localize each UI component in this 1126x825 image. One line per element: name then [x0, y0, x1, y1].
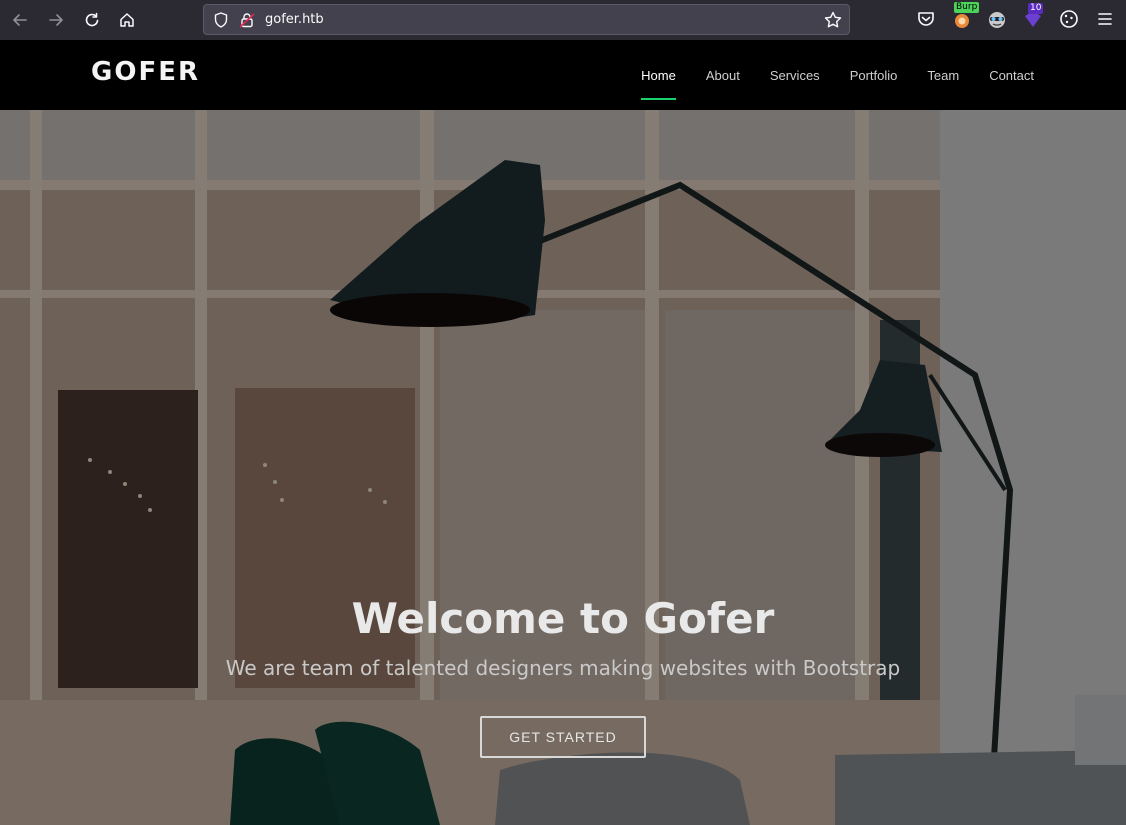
hero-subtitle: We are team of talented designers making… — [225, 656, 901, 680]
hero-title: Welcome to Gofer — [351, 594, 775, 643]
arrow-left-icon — [13, 14, 27, 26]
pocket-icon — [918, 12, 934, 26]
address-bar[interactable]: gofer.htb — [203, 4, 850, 35]
browser-toolbar: gofer.htb Burp 10 — [0, 0, 1126, 40]
arrow-right-icon — [49, 14, 63, 26]
shield-icon[interactable] — [212, 11, 230, 29]
pocket-button[interactable] — [914, 7, 938, 31]
site-logo[interactable]: GOFER — [91, 57, 200, 87]
hamburger-menu-icon — [1098, 13, 1112, 25]
bookmark-star-icon[interactable] — [823, 10, 843, 30]
nav-link-about[interactable]: About — [706, 60, 740, 91]
nav-link-home[interactable]: Home — [641, 60, 676, 100]
privacy-extension-button[interactable] — [985, 7, 1009, 31]
spy-face-icon — [989, 12, 1005, 28]
home-button[interactable] — [114, 7, 140, 33]
back-button[interactable] — [7, 7, 33, 33]
get-started-button[interactable]: GET STARTED — [480, 716, 646, 758]
hero-section: Welcome to Gofer We are team of talented… — [0, 110, 1126, 825]
burp-extension-button[interactable]: Burp — [950, 2, 980, 31]
nav-link-portfolio[interactable]: Portfolio — [850, 60, 898, 91]
shield-badge: 10 — [1028, 3, 1044, 14]
nav-link-services[interactable]: Services — [770, 60, 820, 91]
main-nav: Home About Services Portfolio Team Conta… — [641, 40, 1034, 110]
forward-button[interactable] — [43, 7, 69, 33]
insecure-lock-icon[interactable] — [238, 11, 256, 29]
home-icon — [120, 13, 134, 27]
nav-link-contact[interactable]: Contact — [989, 60, 1034, 91]
reload-icon — [85, 12, 99, 27]
reload-button[interactable] — [79, 7, 105, 33]
burp-badge: Burp — [954, 2, 980, 13]
site-header: GOFER Home About Services Portfolio Team… — [0, 40, 1126, 110]
url-text[interactable]: gofer.htb — [265, 12, 324, 27]
cookie-extension-button[interactable] — [1057, 7, 1081, 31]
cookie-icon — [1060, 10, 1078, 28]
shield-extension-button[interactable]: 10 — [1021, 3, 1045, 31]
menu-button[interactable] — [1093, 7, 1117, 31]
nav-link-team[interactable]: Team — [927, 60, 959, 91]
